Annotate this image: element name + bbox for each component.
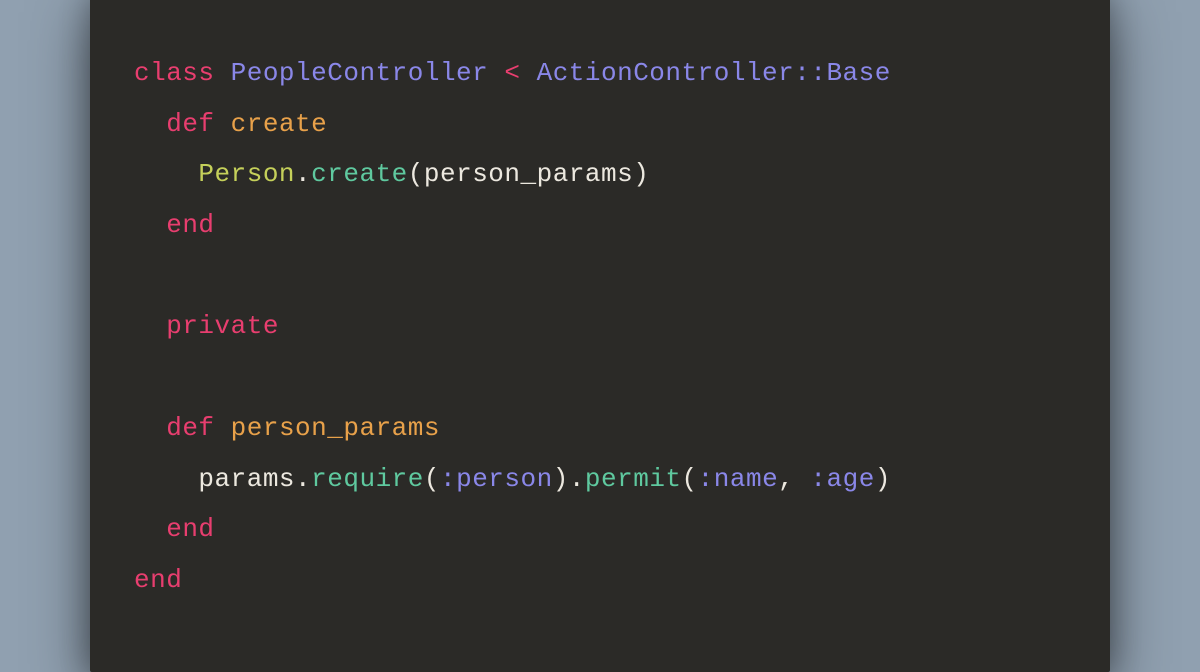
arg-person-params: person_params — [424, 159, 633, 189]
ident-params: params — [198, 464, 295, 494]
line-11: end — [134, 565, 182, 595]
call-create: create — [311, 159, 408, 189]
line-6: private — [134, 311, 279, 341]
keyword-end: end — [166, 210, 214, 240]
comma: , — [778, 464, 794, 494]
code-window: class PeopleController < ActionControlle… — [90, 0, 1110, 672]
call-require: require — [311, 464, 424, 494]
symbol-name: :name — [698, 464, 779, 494]
keyword-class: class — [134, 58, 215, 88]
keyword-def: def — [166, 413, 214, 443]
method-name-create: create — [231, 109, 328, 139]
parent-class: ActionController::Base — [537, 58, 891, 88]
keyword-end: end — [166, 514, 214, 544]
keyword-private: private — [166, 311, 279, 341]
line-3: Person.create(person_params) — [134, 159, 649, 189]
symbol-person: :person — [440, 464, 553, 494]
line-4: end — [134, 210, 215, 240]
dot: . — [569, 464, 585, 494]
line-9: params.require(:person).permit(:name, :a… — [134, 464, 891, 494]
paren-close: ) — [875, 464, 891, 494]
operator-lt: < — [504, 58, 520, 88]
line-1: class PeopleController < ActionControlle… — [134, 58, 891, 88]
dot: . — [295, 159, 311, 189]
paren-open: ( — [424, 464, 440, 494]
paren-open: ( — [682, 464, 698, 494]
line-10: end — [134, 514, 215, 544]
paren-close: ) — [553, 464, 569, 494]
paren-close: ) — [633, 159, 649, 189]
keyword-end: end — [134, 565, 182, 595]
keyword-def: def — [166, 109, 214, 139]
class-name: PeopleController — [231, 58, 489, 88]
paren-open: ( — [408, 159, 424, 189]
line-8: def person_params — [134, 413, 440, 443]
line-7-blank — [134, 362, 150, 392]
method-name-person-params: person_params — [231, 413, 440, 443]
line-2: def create — [134, 109, 327, 139]
line-5-blank — [134, 261, 150, 291]
symbol-age: :age — [810, 464, 874, 494]
dot: . — [295, 464, 311, 494]
call-permit: permit — [585, 464, 682, 494]
code-block: class PeopleController < ActionControlle… — [134, 48, 1066, 606]
const-person: Person — [198, 159, 295, 189]
